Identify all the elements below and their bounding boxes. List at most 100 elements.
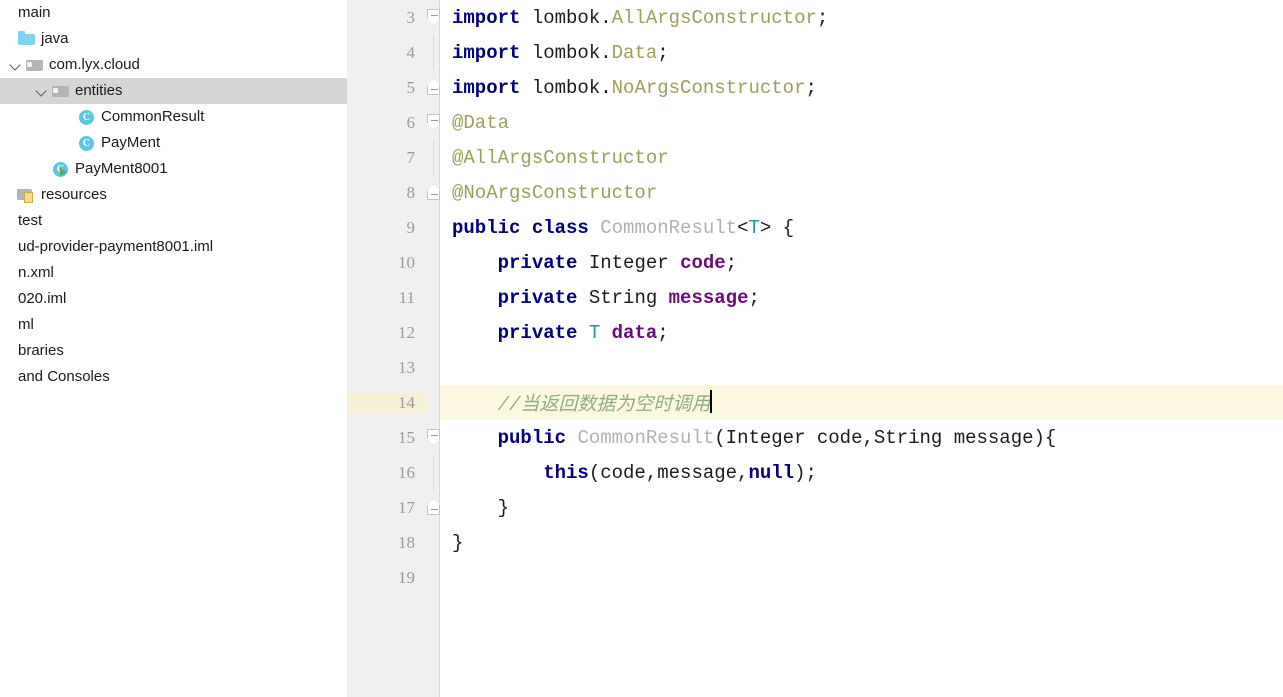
- fold-gutter-cell[interactable]: [427, 490, 440, 525]
- tree-item-label: n.xml: [18, 264, 54, 281]
- chevron-down-icon[interactable]: [8, 57, 24, 73]
- project-tree-panel[interactable]: main java com.lyx.cloud entities C CommonResu…: [0, 0, 347, 697]
- fold-collapse-icon[interactable]: [427, 429, 440, 445]
- code-line[interactable]: 5 import lombok. NoArgsConstructor;: [347, 70, 1283, 105]
- code-token-plain: ;: [657, 321, 669, 344]
- code-token-type: String: [577, 286, 669, 309]
- code-text[interactable]: @NoArgsConstructor: [440, 175, 1283, 210]
- code-text[interactable]: public CommonResult (Integer code,String …: [440, 420, 1283, 455]
- code-text[interactable]: @Data: [440, 105, 1283, 140]
- code-text[interactable]: private String message;: [440, 280, 1283, 315]
- tree-item-com-lyx-cloud[interactable]: com.lyx.cloud: [0, 52, 347, 78]
- fold-gutter-cell[interactable]: [427, 105, 440, 140]
- code-text[interactable]: import lombok. Data;: [440, 35, 1283, 70]
- code-line[interactable]: 18}: [347, 525, 1283, 560]
- code-token-kw: import: [452, 6, 521, 29]
- fold-region-end-icon[interactable]: [427, 499, 440, 515]
- code-lines: 3 import lombok. AllArgsConstructor; 4 impor…: [347, 0, 1283, 595]
- code-text[interactable]: public class CommonResult < T > {: [440, 210, 1283, 245]
- fold-gutter-cell[interactable]: [427, 385, 440, 420]
- code-text[interactable]: this (code,message, null);: [440, 455, 1283, 490]
- code-line[interactable]: 16 this (code,message, null);: [347, 455, 1283, 490]
- code-line[interactable]: 12 private T data;: [347, 315, 1283, 350]
- code-line[interactable]: 6 @Data: [347, 105, 1283, 140]
- tree-item-main[interactable]: main: [0, 0, 347, 26]
- fold-gutter-cell[interactable]: [427, 280, 440, 315]
- code-line[interactable]: 14 //当返回数据为空时调用: [347, 385, 1283, 420]
- tree-item-ud-provider-payment8001-iml[interactable]: ud-provider-payment8001.iml: [0, 234, 347, 260]
- code-token-generic: T: [748, 216, 760, 239]
- code-line[interactable]: 10 private Integer code;: [347, 245, 1283, 280]
- code-line[interactable]: 8 @NoArgsConstructor: [347, 175, 1283, 210]
- code-text[interactable]: [440, 350, 1283, 385]
- fold-gutter-cell[interactable]: [427, 350, 440, 385]
- code-line[interactable]: 19: [347, 560, 1283, 595]
- code-text[interactable]: }: [440, 490, 1283, 525]
- code-line[interactable]: 13: [347, 350, 1283, 385]
- fold-gutter-cell[interactable]: [427, 0, 440, 35]
- code-line[interactable]: 17 }: [347, 490, 1283, 525]
- fold-gutter-cell[interactable]: [427, 140, 440, 175]
- code-text[interactable]: import lombok. NoArgsConstructor;: [440, 70, 1283, 105]
- code-text[interactable]: [440, 560, 1283, 595]
- class-icon-letter: C: [79, 136, 94, 151]
- code-text[interactable]: private T data;: [440, 315, 1283, 350]
- code-token-plain: }: [452, 531, 464, 554]
- code-token-kw: import: [452, 76, 521, 99]
- tree-item-commonresult[interactable]: C CommonResult: [0, 104, 347, 130]
- fold-gutter-cell[interactable]: [427, 70, 440, 105]
- tree-item-label: entities: [75, 82, 123, 99]
- tree-item-and-consoles[interactable]: and Consoles: [0, 364, 347, 390]
- fold-gutter-cell[interactable]: [427, 420, 440, 455]
- tree-item-payment8001[interactable]: C PayMent8001: [0, 156, 347, 182]
- tree-item-java[interactable]: java: [0, 26, 347, 52]
- fold-gutter-cell[interactable]: [427, 560, 440, 595]
- tree-item-n-xml[interactable]: n.xml: [0, 260, 347, 286]
- chevron-down-icon[interactable]: [34, 83, 50, 99]
- fold-gutter-cell[interactable]: [427, 175, 440, 210]
- code-line[interactable]: 4 import lombok. Data;: [347, 35, 1283, 70]
- fold-region-end-icon[interactable]: [427, 79, 440, 95]
- fold-gutter-cell[interactable]: [427, 35, 440, 70]
- tree-item-ml[interactable]: ml: [0, 312, 347, 338]
- tree-item-entities[interactable]: entities: [0, 78, 347, 104]
- code-line[interactable]: 7 @AllArgsConstructor: [347, 140, 1283, 175]
- code-token-plain: <: [737, 216, 749, 239]
- code-editor[interactable]: 3 import lombok. AllArgsConstructor; 4 impor…: [347, 0, 1283, 697]
- code-text[interactable]: private Integer code;: [440, 245, 1283, 280]
- code-text[interactable]: import lombok. AllArgsConstructor;: [440, 0, 1283, 35]
- code-line[interactable]: 3 import lombok. AllArgsConstructor;: [347, 0, 1283, 35]
- fold-collapse-icon[interactable]: [427, 114, 440, 130]
- fold-gutter-cell[interactable]: [427, 455, 440, 490]
- code-line[interactable]: 9 public class CommonResult < T > {: [347, 210, 1283, 245]
- code-text[interactable]: //当返回数据为空时调用: [440, 385, 1283, 420]
- tree-item-label: 020.iml: [18, 290, 67, 307]
- line-number: 6: [406, 112, 416, 132]
- code-line[interactable]: 11 private String message;: [347, 280, 1283, 315]
- code-token-kw: public class: [452, 216, 601, 239]
- code-text[interactable]: @AllArgsConstructor: [440, 140, 1283, 175]
- code-token-anno: NoArgsConstructor: [611, 76, 806, 99]
- tree-item-payment[interactable]: C PayMent: [0, 130, 347, 156]
- fold-region-end-icon[interactable]: [427, 184, 440, 200]
- tree-item-test[interactable]: test: [0, 208, 347, 234]
- tree-item-braries[interactable]: braries: [0, 338, 347, 364]
- code-token-plain: > {: [759, 216, 795, 239]
- fold-gutter-cell[interactable]: [427, 525, 440, 560]
- tree-item-020-iml[interactable]: 020.iml: [0, 286, 347, 312]
- code-line[interactable]: 15 public CommonResult (Integer code,Stri…: [347, 420, 1283, 455]
- tree-item-resources[interactable]: resources: [0, 182, 347, 208]
- fold-gutter-cell[interactable]: [427, 315, 440, 350]
- code-text[interactable]: }: [440, 525, 1283, 560]
- fold-gutter-cell[interactable]: [427, 210, 440, 245]
- code-token-kw: private: [497, 251, 578, 274]
- fold-collapse-icon[interactable]: [427, 9, 440, 25]
- line-number: 3: [406, 7, 416, 27]
- tree-item-label: ud-provider-payment8001.iml: [18, 238, 214, 255]
- fold-gutter-cell[interactable]: [427, 245, 440, 280]
